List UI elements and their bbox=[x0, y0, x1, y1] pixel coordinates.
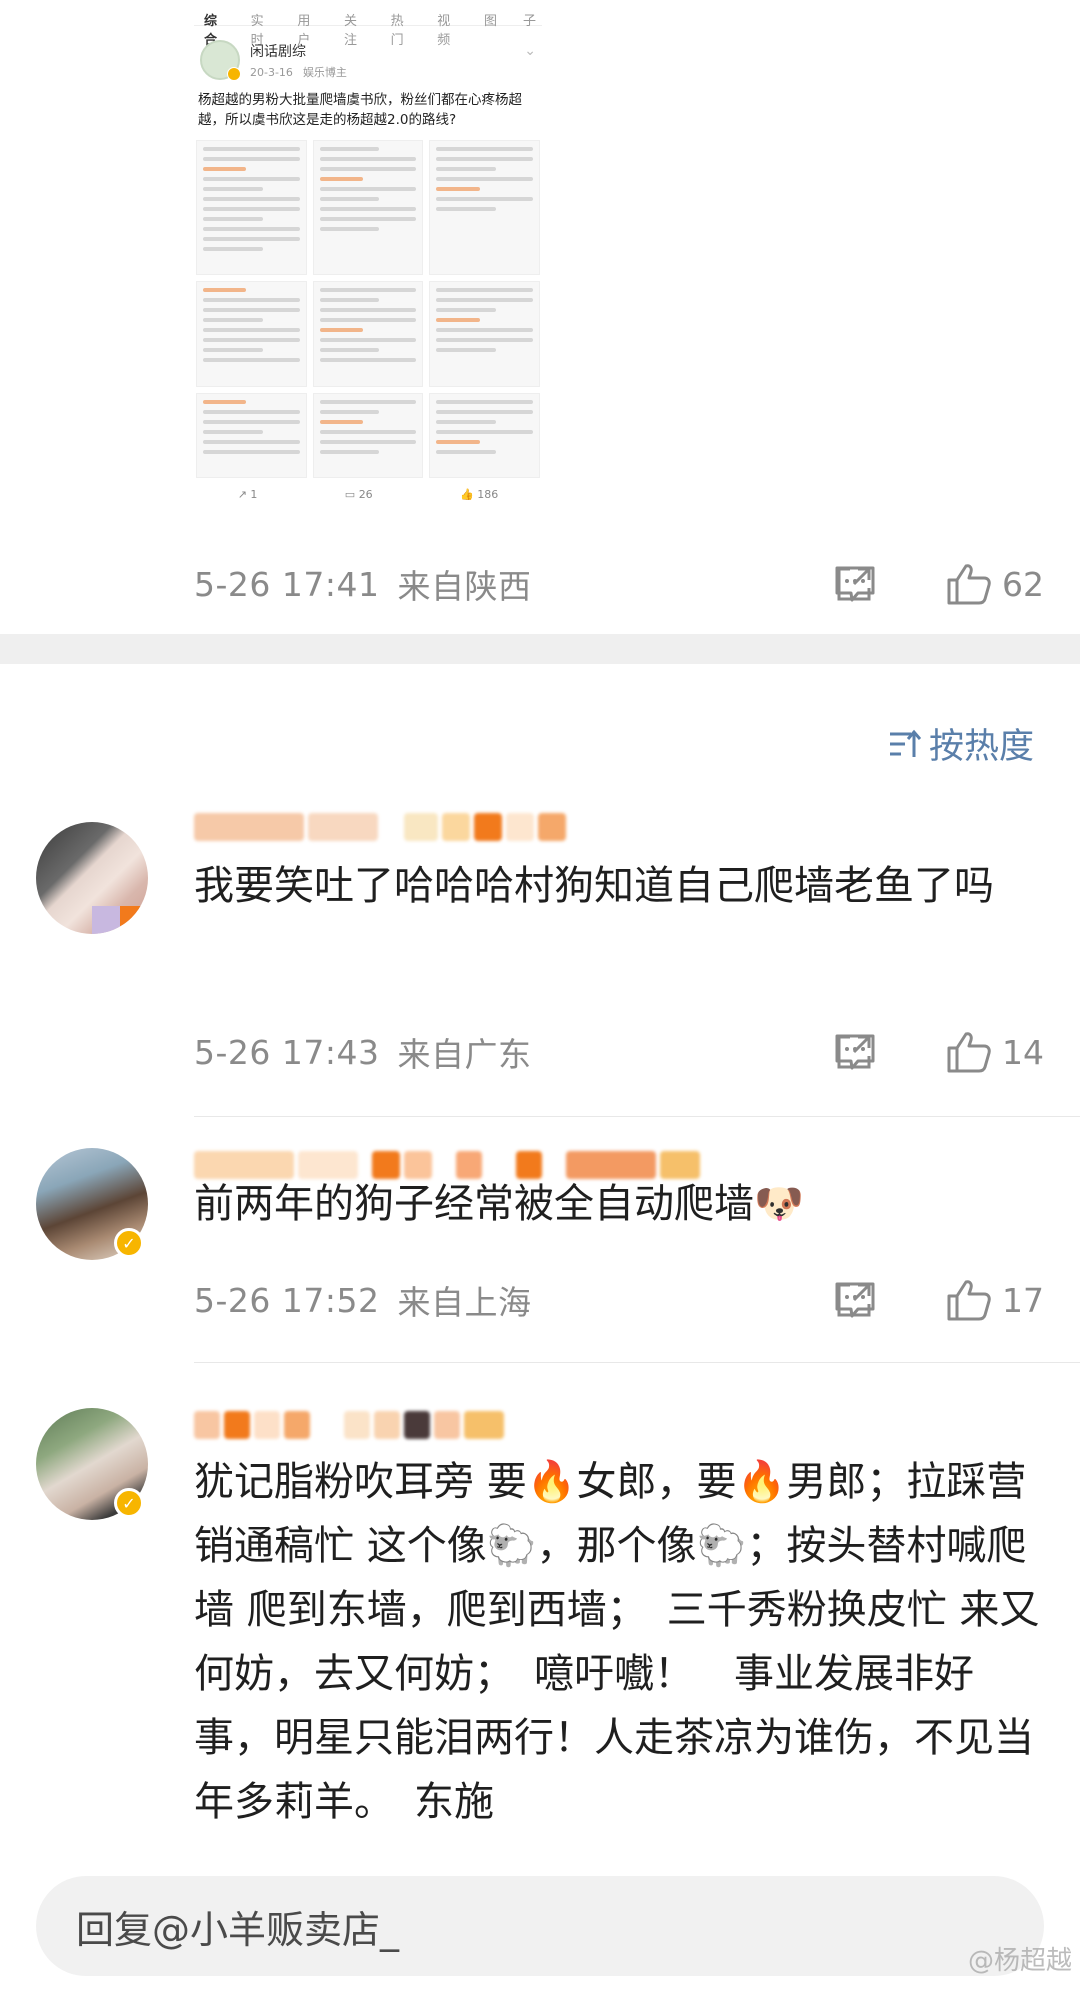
embed-date: 20-3-16 bbox=[250, 65, 293, 79]
embed-image-thumb bbox=[429, 140, 540, 276]
embed-avatar bbox=[200, 40, 241, 81]
embed-tab: 图 bbox=[483, 14, 497, 29]
post-time: 5-26 17:41 bbox=[194, 564, 380, 604]
embed-like-count: 👍 186 bbox=[460, 488, 499, 501]
embed-image-thumb bbox=[312, 392, 424, 478]
embed-tab-bar: 综合 实时 用户 关注 热门 视频 图 子 bbox=[194, 0, 542, 48]
comment-time: 5-26 17:43 bbox=[194, 1032, 380, 1072]
comment-meta: 5-26 17:43 来自广东 14 bbox=[194, 1024, 1044, 1080]
sort-icon bbox=[889, 729, 921, 757]
comment-text: 前两年的狗子经常被全自动爬墙🐶 bbox=[194, 1181, 804, 1227]
chevron-down-icon: ⌄ bbox=[524, 43, 536, 59]
sort-by-hot-button[interactable]: 按热度 bbox=[887, 718, 1034, 769]
embed-tab: 用户 bbox=[297, 14, 311, 48]
scroll-fade bbox=[0, 1820, 1080, 1876]
embed-image-thumb bbox=[312, 281, 424, 387]
embed-image-thumb bbox=[196, 140, 307, 276]
reply-button[interactable] bbox=[834, 1032, 1080, 1072]
verified-badge-icon bbox=[227, 67, 241, 81]
section-separator bbox=[0, 634, 1080, 664]
embed-image-thumb bbox=[429, 392, 540, 478]
embed-comment-count: ▭ 26 bbox=[344, 488, 373, 501]
watermark: @杨超越 bbox=[967, 1946, 1072, 1976]
comment-icon bbox=[835, 1034, 875, 1070]
reply-placeholder: 回复@小羊贩卖店_ bbox=[76, 1907, 400, 1952]
embed-tab: 实时 bbox=[250, 14, 264, 48]
reply-input[interactable]: 回复@小羊贩卖店_ bbox=[36, 1876, 1044, 1976]
embedded-screenshot[interactable]: 综合 实时 用户 关注 热门 视频 图 子 闲话剧综 20-3-16 娱乐博主 ⌄… bbox=[194, 0, 542, 512]
verified-badge-icon: ✓ bbox=[114, 1488, 144, 1518]
embed-post-header: 闲话剧综 20-3-16 娱乐博主 ⌄ bbox=[194, 26, 542, 86]
embed-image-thumb bbox=[312, 140, 424, 276]
commenter-name[interactable] bbox=[194, 1408, 504, 1442]
comment-text: 犹记脂粉吹耳旁 要🔥女郎，要🔥男郎；拉踩营销通稿忙 这个像🐑，那个像🐑；按头替村… bbox=[194, 1459, 1040, 1825]
embed-tab: 关注 bbox=[343, 14, 357, 48]
commenter-name[interactable] bbox=[194, 810, 566, 844]
reply-button[interactable] bbox=[834, 1280, 1080, 1320]
embed-action-bar: ↗ 1 ▭ 26 👍 186 bbox=[194, 478, 542, 501]
embed-post-text: 杨超越的男粉大批量爬墙虞书欣，粉丝们都在心疼杨超越，所以虞书欣这是走的杨超越2.… bbox=[198, 92, 522, 128]
embed-tab: 视频 bbox=[437, 14, 451, 48]
divider bbox=[194, 1362, 1080, 1363]
embed-image-grid bbox=[194, 140, 542, 478]
verified-badge-icon: ✓ bbox=[114, 1228, 144, 1258]
embed-author-name: 闲话剧综 bbox=[250, 43, 306, 60]
embed-image-thumb bbox=[429, 281, 540, 387]
comment-icon bbox=[835, 1282, 875, 1318]
comment-meta: 5-26 17:52 来自上海 17 bbox=[194, 1272, 1044, 1328]
comment-icon bbox=[835, 566, 875, 602]
comment-location: 来自上海 bbox=[397, 1283, 532, 1322]
embed-tab: 综合 bbox=[204, 14, 218, 48]
comment-location: 来自广东 bbox=[397, 1035, 532, 1074]
post-footer: 5-26 17:41 来自陕西 62 bbox=[194, 556, 1044, 612]
embed-tab: 子 bbox=[522, 14, 536, 29]
embed-source: 娱乐博主 bbox=[302, 65, 347, 79]
embed-share-count: ↗ 1 bbox=[237, 488, 258, 501]
comment-text: 我要笑吐了哈哈哈村狗知道自己爬墙老鱼了吗 bbox=[194, 863, 994, 909]
embed-image-thumb bbox=[196, 392, 307, 478]
embed-tab: 热门 bbox=[390, 14, 404, 48]
comment-time: 5-26 17:52 bbox=[194, 1280, 380, 1320]
comment-button[interactable] bbox=[834, 564, 1080, 604]
post-location: 来自陕西 bbox=[397, 567, 532, 606]
sort-label: 按热度 bbox=[928, 727, 1034, 767]
divider bbox=[194, 1116, 1080, 1117]
avatar[interactable] bbox=[36, 822, 148, 934]
embed-image-thumb bbox=[196, 281, 307, 387]
